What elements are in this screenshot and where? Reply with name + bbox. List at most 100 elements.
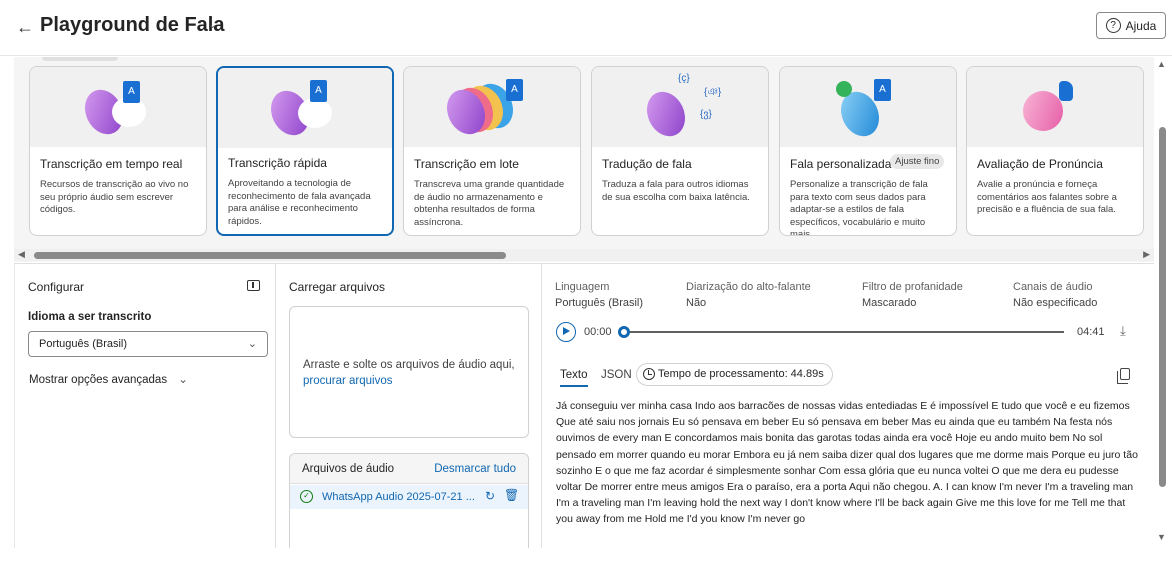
card-title: Transcrição em lote [414, 157, 519, 171]
scrollbar-thumb[interactable] [1159, 127, 1166, 487]
card-illustration: A [30, 67, 206, 147]
document-icon: A [310, 80, 327, 102]
audio-files-list: Arquivos de áudio Desmarcar tudo ✓ Whats… [289, 453, 529, 548]
card-description: Personalize a transcrição de fala para t… [790, 179, 928, 236]
retry-icon[interactable]: ↻ [485, 489, 495, 503]
tab-json[interactable]: JSON [601, 369, 632, 381]
card-batch-transcription[interactable]: A Transcrição em lote Transcreva uma gra… [403, 66, 581, 236]
speech-wave-icon [639, 85, 693, 143]
check-circle-icon: ✓ [300, 490, 313, 503]
chevron-down-icon: ⌄ [178, 374, 188, 386]
fine-tune-badge: Ajuste fino [890, 154, 945, 169]
vertical-scrollbar[interactable]: ▲ ▼ [1156, 57, 1168, 547]
configure-title: Configurar [28, 280, 85, 294]
upload-panel: Carregar arquivos Arraste e solte os arq… [276, 264, 542, 548]
document-icon: A [123, 81, 140, 103]
meta-language: Linguagem Português (Brasil) [555, 279, 643, 311]
deselect-all-button[interactable]: Desmarcar tudo [434, 463, 516, 475]
card-fast-transcription[interactable]: A Transcrição rápida Aproveitando a tecn… [216, 66, 394, 236]
top-divider [42, 57, 118, 61]
play-button[interactable] [556, 322, 576, 342]
advanced-options-label: Mostrar opções avançadas [29, 374, 168, 386]
help-label: Ajuda [1125, 18, 1157, 33]
upload-title: Carregar arquivos [289, 280, 386, 294]
tab-text[interactable]: Texto [560, 369, 588, 387]
page-title[interactable]: Playground de Fala [40, 14, 224, 37]
meta-diarization: Diarização do alto-falante Não [686, 279, 811, 311]
card-speech-translation[interactable]: {ç} {ঞ} {ვ} Tradução de fala Traduza a f… [591, 66, 769, 236]
chevron-down-icon: ⌄ [247, 338, 257, 350]
gear-icon [836, 81, 852, 97]
horizontal-scrollbar[interactable]: ◀ ▶ [14, 249, 1154, 261]
card-title: Transcrição em tempo real [40, 157, 183, 171]
scroll-left-icon[interactable]: ◀ [18, 249, 25, 260]
meta-key: Diarização do alto-falante [686, 281, 811, 293]
file-drop-zone[interactable]: Arraste e solte os arquivos de áudio aqu… [289, 306, 529, 438]
configure-panel: Configurar Idioma a ser transcrito Portu… [14, 264, 276, 548]
page-header: ← Playground de Fala ⌄ ? Ajuda [0, 0, 1172, 56]
card-illustration: A [780, 67, 956, 147]
processing-time-badge: Tempo de processamento: 44.89s [636, 363, 833, 386]
document-stack-icon: A [506, 79, 523, 101]
collapse-panel-icon[interactable] [247, 280, 260, 291]
scenario-cards: A Transcrição em tempo real Recursos de … [14, 57, 1154, 262]
language-label: Idioma a ser transcrito [28, 311, 152, 323]
card-illustration: A [218, 68, 392, 148]
language-select-value: Português (Brasil) [39, 338, 128, 350]
help-button[interactable]: ? Ajuda [1096, 12, 1166, 39]
clock-icon [643, 368, 655, 380]
card-illustration: {ç} {ঞ} {ვ} [592, 67, 768, 147]
file-name[interactable]: WhatsApp Audio 2025-07-21 ... [322, 491, 475, 503]
card-pronunciation-assessment[interactable]: Avaliação de Pronúncia Avalie a pronúnci… [966, 66, 1144, 236]
drop-instructions: Arraste e solte os arquivos de áudio aqu… [303, 357, 515, 389]
workspace: Configurar Idioma a ser transcrito Portu… [14, 263, 1154, 548]
card-custom-speech[interactable]: A Fala personalizada Ajuste fino Persona… [779, 66, 957, 236]
card-description: Aproveitando a tecnologia de reconhecime… [228, 178, 371, 227]
language-bubble-icon: {ঞ} [704, 87, 722, 98]
card-description: Traduza a fala para outros idiomas de su… [602, 179, 750, 203]
scroll-up-icon[interactable]: ▲ [1157, 59, 1166, 69]
back-arrow-icon[interactable]: ← [16, 16, 38, 38]
audio-files-header: Arquivos de áudio Desmarcar tudo [290, 454, 528, 484]
chevron-down-icon[interactable]: ⌄ [208, 18, 217, 31]
meta-key: Canais de áudio [1013, 281, 1093, 293]
scrollbar-thumb[interactable] [34, 252, 506, 259]
meta-value: Português (Brasil) [555, 297, 644, 309]
meta-value: Não especificado [1013, 297, 1098, 309]
slider-knob[interactable] [618, 326, 630, 338]
card-title: Avaliação de Pronúncia [977, 157, 1103, 171]
copy-icon[interactable] [1117, 368, 1130, 384]
advanced-options-toggle[interactable]: Mostrar opções avançadas ⌄ [29, 372, 188, 386]
card-description: Transcreva uma grande quantidade de áudi… [414, 179, 565, 228]
card-real-time-transcription[interactable]: A Transcrição em tempo real Recursos de … [29, 66, 207, 236]
card-description: Avalie a pronúncia e forneça comentários… [977, 179, 1117, 215]
language-bubble-icon: {ç} [678, 73, 690, 84]
scroll-down-icon[interactable]: ▼ [1157, 532, 1166, 542]
language-select[interactable]: Português (Brasil) ⌄ [28, 331, 268, 357]
download-icon[interactable]: ⤓ [1120, 323, 1126, 339]
trash-icon[interactable]: 🗑 [504, 488, 519, 502]
thumbs-up-icon [1059, 81, 1073, 101]
language-bubble-icon: {ვ} [700, 109, 712, 120]
drop-text: Arraste e solte os arquivos de áudio aqu… [303, 359, 515, 371]
card-title: Fala personalizada [790, 157, 892, 171]
playback-slider[interactable] [618, 326, 1064, 338]
meta-value: Não [686, 297, 707, 309]
meta-audio-channels: Canais de áudio Não especificado [1013, 279, 1097, 311]
browse-files-link[interactable]: procurar arquivos [303, 375, 392, 387]
card-illustration [967, 67, 1143, 147]
audio-files-title: Arquivos de áudio [302, 463, 395, 475]
meta-key: Linguagem [555, 281, 610, 293]
meta-value: Mascarado [862, 297, 917, 309]
processing-time-label: Tempo de processamento: 44.89s [658, 368, 824, 380]
total-time: 04:41 [1077, 326, 1105, 338]
scroll-right-icon[interactable]: ▶ [1143, 249, 1150, 260]
meta-profanity-filter: Filtro de profanidade Mascarado [862, 279, 963, 311]
transcript-text: Já conseguiu ver minha casa Indo aos bar… [556, 400, 1138, 526]
file-row[interactable]: ✓ WhatsApp Audio 2025-07-21 ... ↻ 🗑 [290, 485, 528, 509]
result-panel: Linguagem Português (Brasil) Diarização … [542, 264, 1154, 548]
card-illustration: A [404, 67, 580, 147]
question-icon: ? [1105, 18, 1121, 33]
current-time: 00:00 [584, 326, 612, 338]
card-title: Tradução de fala [602, 157, 692, 171]
